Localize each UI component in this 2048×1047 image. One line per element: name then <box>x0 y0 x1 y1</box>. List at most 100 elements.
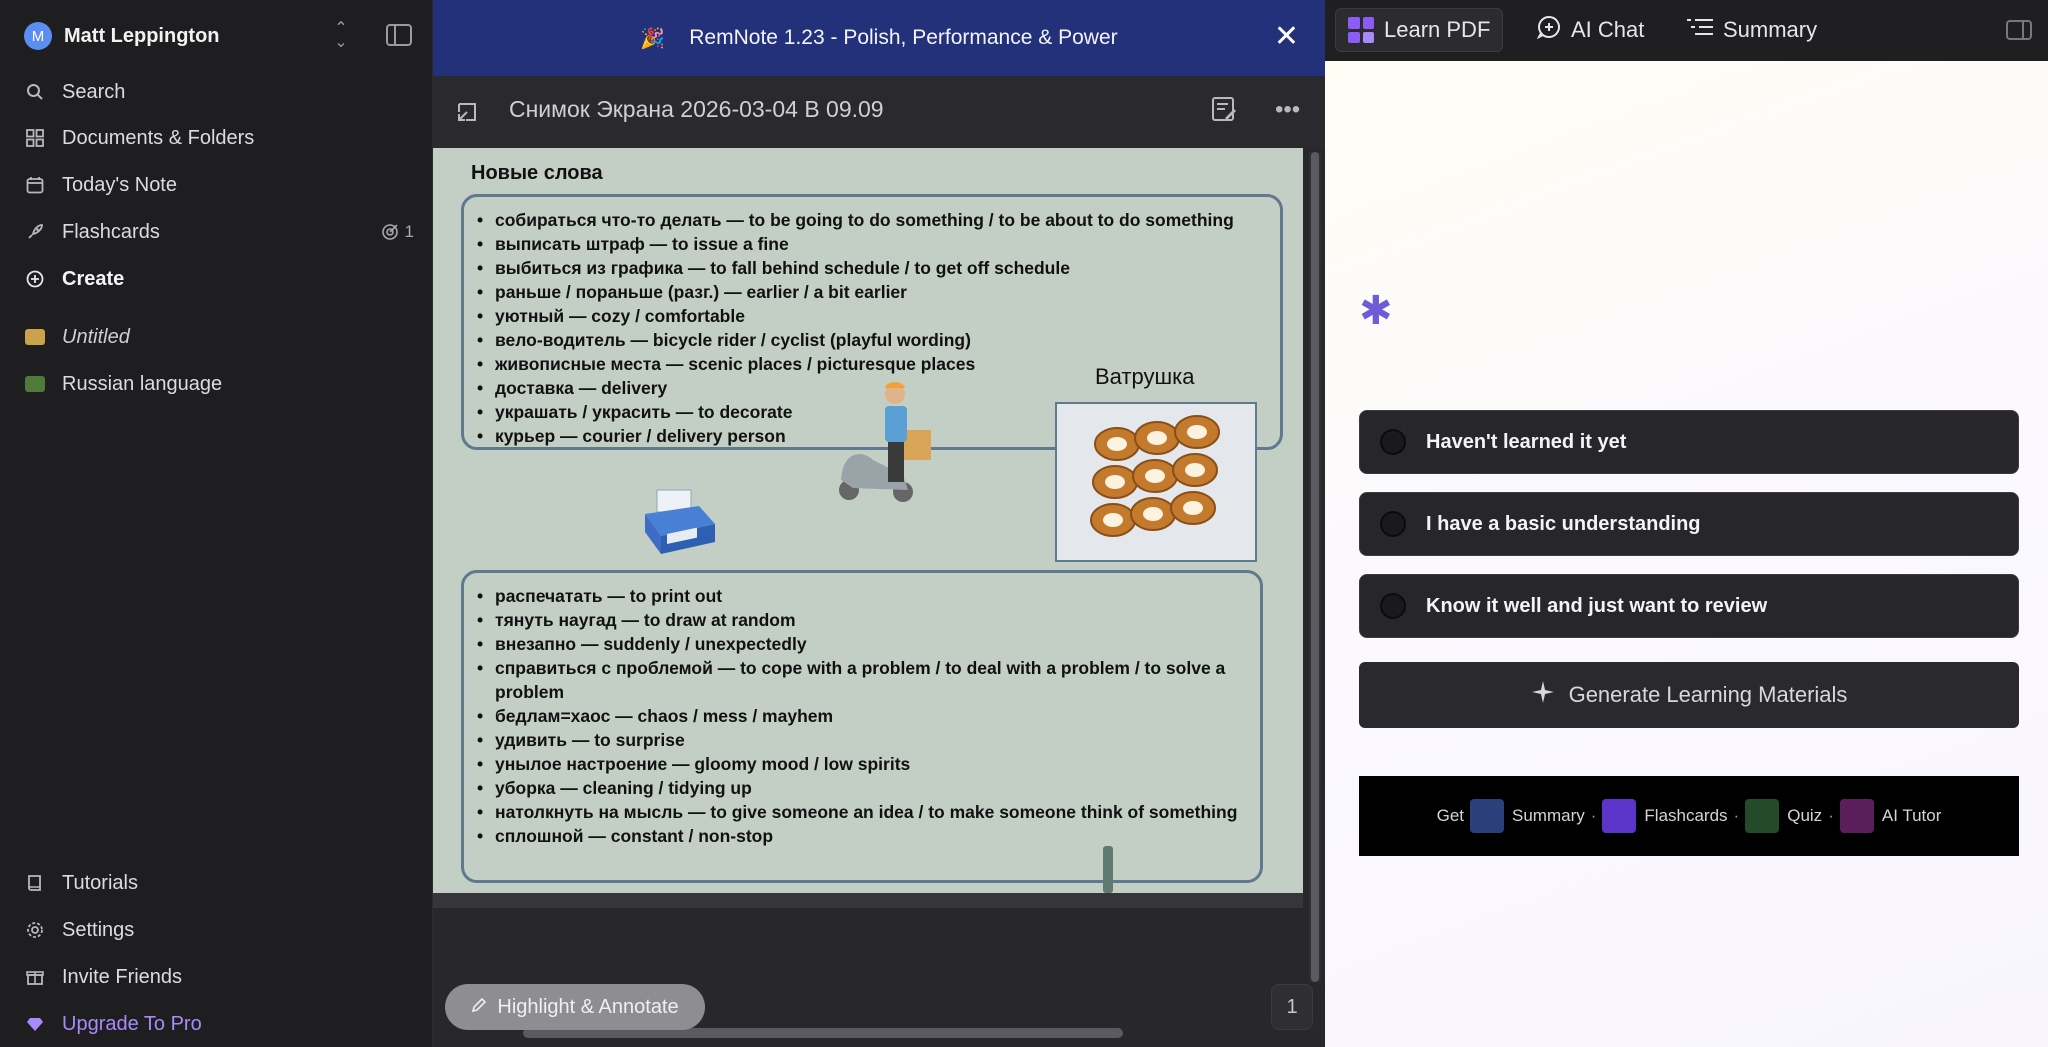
sidebar-item-label: Settings <box>62 918 135 941</box>
ai-tutor-icon <box>1839 799 1874 833</box>
sidebar-item-create[interactable]: Create <box>24 262 414 296</box>
separator: · <box>1828 806 1834 825</box>
notes-icon[interactable] <box>1211 96 1237 129</box>
feature-label: AI Tutor <box>1881 806 1942 825</box>
update-banner[interactable]: 🎉 RemNote 1.23 - Polish, Performance & P… <box>433 0 1325 76</box>
knowledge-option-not-learned[interactable]: Haven't learned it yet <box>1359 410 2019 474</box>
vocab-item: сплошной — constant / non-stop <box>475 824 1255 848</box>
option-label: Know it well and just want to review <box>1426 594 1768 617</box>
sidebar-item-label: Invite Friends <box>62 965 183 988</box>
vocab-list-bottom: распечатать — to print outтянуть наугад … <box>475 584 1255 848</box>
sidebar-item-label: Flashcards <box>62 220 160 243</box>
page-number-indicator[interactable]: 1 <box>1271 984 1313 1030</box>
sidebar-item-label: Today's Note <box>62 173 177 196</box>
grid-icon <box>24 127 46 149</box>
radio-button[interactable] <box>1380 429 1406 455</box>
vocab-item: уютный — cozy / comfortable <box>475 304 1275 328</box>
tab-learn-pdf[interactable]: Learn PDF <box>1335 8 1504 52</box>
vocab-item: выбиться из графика — to fall behind sch… <box>475 256 1275 280</box>
sidebar-item-documents[interactable]: Documents & Folders <box>24 121 414 155</box>
vocab-item: распечатать — to print out <box>475 584 1255 608</box>
sidebar-item-search[interactable]: Search <box>24 75 414 109</box>
vocab-item: удивить — to surprise <box>475 728 1255 752</box>
sparkle-icon <box>1531 680 1555 710</box>
get-prefix: Get <box>1436 806 1464 825</box>
user-switcher[interactable]: M Matt Leppington ⌃ ⌄ <box>24 20 414 52</box>
gear-icon <box>24 919 46 941</box>
vatrushka-image <box>1055 402 1257 562</box>
sidebar-folder-russian-language[interactable]: Russian language <box>24 367 414 401</box>
panel-toggle-icon[interactable] <box>2006 20 2032 40</box>
app-window: M Matt Leppington ⌃ ⌄ Search Documents & … <box>0 0 2048 1047</box>
chevron-up-down-icon[interactable]: ⌃ ⌄ <box>329 20 353 52</box>
close-icon[interactable]: ✕ <box>1274 22 1299 52</box>
document-title[interactable]: Снимок Экрана 2026-03-04 В 09.09 <box>509 96 884 123</box>
vocab-item: унылое настроение — gloomy mood / low sp… <box>475 752 1255 776</box>
calendar-icon <box>24 174 46 196</box>
gem-icon <box>24 1013 46 1035</box>
quiz-icon <box>1745 799 1780 833</box>
knowledge-option-review[interactable]: Know it well and just want to review <box>1359 574 2019 638</box>
learn-grid-icon <box>1348 17 1374 43</box>
search-icon <box>24 81 46 103</box>
sidebar-item-flashcards[interactable]: Flashcards 1 <box>24 215 414 249</box>
image-caption: Ватрушка <box>1095 364 1195 389</box>
sidebar-folder-untitled[interactable]: Untitled <box>24 320 414 354</box>
features-promo-bar: Get Summary · Flashcards · Quiz · AI Tut… <box>1359 776 2019 856</box>
sidebar-item-today[interactable]: Today's Note <box>24 168 414 202</box>
tab-ai-chat[interactable]: AI Chat <box>1525 8 1656 52</box>
scrollbar-thumb[interactable] <box>1311 152 1319 982</box>
banner-text: RemNote 1.23 - Polish, Performance & Pow… <box>689 26 1118 49</box>
tab-label: Learn PDF <box>1384 17 1491 42</box>
separator: · <box>1733 806 1740 825</box>
sidebar-item-label: Upgrade To Pro <box>62 1012 202 1035</box>
page-heading: Новые слова <box>471 162 603 184</box>
panel-tabs: Learn PDF AI Chat Summary <box>1325 0 2048 61</box>
printer-illustration <box>639 484 719 564</box>
flashcards-due-badge: 1 <box>381 222 414 242</box>
user-name: Matt Leppington <box>64 24 220 47</box>
feature-ai-tutor: AI Tutor <box>1839 799 1942 833</box>
sidebar-item-settings[interactable]: Settings <box>24 913 414 947</box>
feature-label: Summary <box>1512 806 1585 825</box>
pdf-viewer[interactable]: Новые слова собираться что-то делать — t… <box>433 148 1303 908</box>
highlight-annotate-label: Highlight & Annotate <box>497 995 679 1018</box>
sidebar: M Matt Leppington ⌃ ⌄ Search Documents & … <box>0 0 433 1047</box>
option-label: I have a basic understanding <box>1426 512 1701 535</box>
feature-quiz: Quiz <box>1745 799 1822 833</box>
open-in-pane-icon[interactable] <box>455 98 485 126</box>
sidebar-item-tutorials[interactable]: Tutorials <box>24 866 414 900</box>
sidebar-item-label: Tutorials <box>62 871 138 894</box>
vocab-item: справиться с проблемой — to cope with a … <box>475 656 1255 704</box>
radio-button[interactable] <box>1380 593 1406 619</box>
vocab-item: выписать штраф — to issue a fine <box>475 232 1275 256</box>
feature-label: Quiz <box>1787 806 1823 825</box>
knowledge-option-basic[interactable]: I have a basic understanding <box>1359 492 2019 556</box>
vertical-scrollbar[interactable] <box>1309 152 1321 982</box>
tab-summary[interactable]: Summary <box>1675 8 1829 52</box>
vocab-item: внезапно — suddenly / unexpectedly <box>475 632 1255 656</box>
sidebar-item-upgrade[interactable]: Upgrade To Pro <box>24 1007 414 1041</box>
radio-button[interactable] <box>1380 511 1406 537</box>
vocab-item: бедлам=хаос — chaos / mess / mayhem <box>475 704 1255 728</box>
summary-icon <box>1470 799 1504 833</box>
sidebar-toggle-icon[interactable] <box>386 24 412 46</box>
highlight-annotate-button[interactable]: Highlight & Annotate <box>445 984 705 1030</box>
tab-label: Summary <box>1723 17 1818 42</box>
sidebar-item-invite[interactable]: Invite Friends <box>24 960 414 994</box>
vocab-item: раньше / пораньше (разг.) — earlier / a … <box>475 280 1275 304</box>
sidebar-item-label: Untitled <box>62 325 130 348</box>
flashcards-icon <box>1602 799 1637 833</box>
avatar: M <box>24 22 52 50</box>
decorative-bar <box>1103 846 1113 893</box>
remnote-asterisk-icon: ✱ <box>1359 289 1393 333</box>
target-icon <box>381 224 398 240</box>
folder-icon <box>24 373 46 395</box>
tab-label: AI Chat <box>1571 17 1645 42</box>
pdf-page: Новые слова собираться что-то делать — t… <box>433 148 1303 893</box>
generate-learning-materials-button[interactable]: Generate Learning Materials <box>1359 662 2019 728</box>
feature-summary: Summary <box>1470 799 1585 833</box>
plus-circle-icon <box>24 268 46 290</box>
book-icon <box>24 872 46 894</box>
more-options-icon[interactable]: ••• <box>1275 96 1300 124</box>
